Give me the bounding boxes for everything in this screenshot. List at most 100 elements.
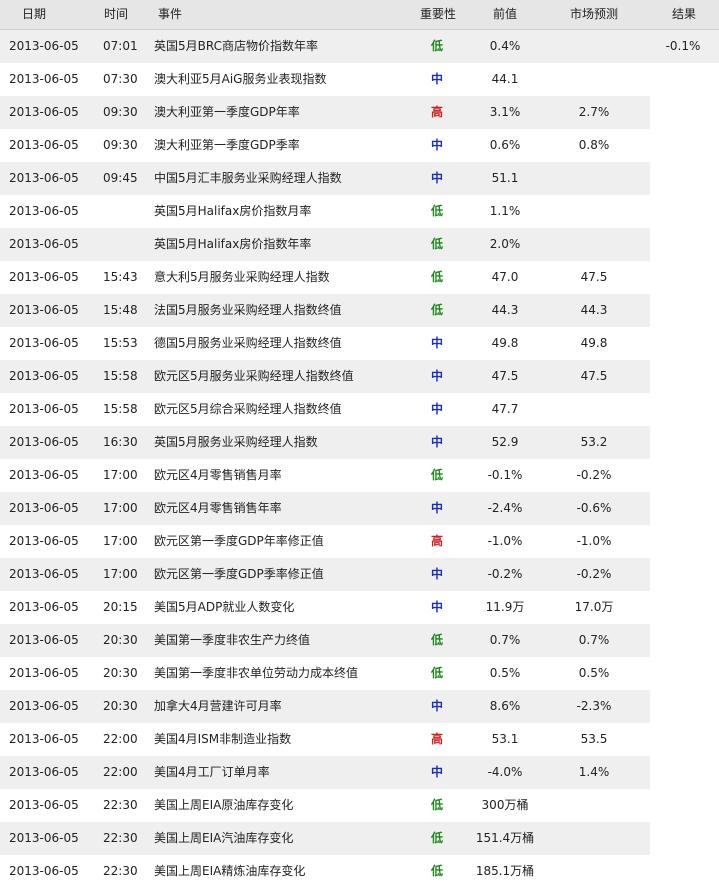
- row-time: 22:30: [103, 864, 138, 878]
- row-importance: 低: [430, 831, 443, 845]
- row-background: [0, 789, 650, 822]
- row-time: 07:30: [103, 72, 138, 86]
- row-time: 15:58: [103, 369, 138, 383]
- row-previous: 11.9万: [485, 600, 525, 614]
- row-event: 英国5月服务业采购经理人指数: [154, 435, 318, 449]
- row-background: [0, 228, 650, 261]
- row-importance: 中: [430, 600, 443, 614]
- row-event: 欧元区4月零售销售年率: [154, 501, 282, 515]
- row-date: 2013-06-05: [9, 402, 79, 416]
- row-date: 2013-06-05: [9, 501, 79, 515]
- row-background: [0, 855, 650, 888]
- row-previous: 51.1: [491, 171, 519, 185]
- row-event: 英国5月Halifax房价指数月率: [154, 204, 312, 218]
- header-date: 日期: [22, 7, 47, 21]
- row-previous: 300万桶: [481, 798, 529, 812]
- row-event: 意大利5月服务业采购经理人指数: [154, 270, 330, 284]
- row-time: 20:30: [103, 699, 138, 713]
- row-event: 欧元区第一季度GDP季率修正值: [154, 567, 324, 581]
- row-time: 09:30: [103, 105, 138, 119]
- row-event: 美国5月ADP就业人数变化: [154, 600, 295, 614]
- table-row: 2013-06-05 22:30 美国上周EIA汽油库存变化 低 151.4万桶: [0, 822, 719, 855]
- row-event: 德国5月服务业采购经理人指数终值: [154, 336, 342, 350]
- row-event: 英国5月Halifax房价指数年率: [154, 237, 312, 251]
- row-event: 中国5月汇丰服务业采购经理人指数: [154, 171, 342, 185]
- row-date: 2013-06-05: [9, 204, 79, 218]
- row-forecast: -1.0%: [576, 534, 612, 548]
- row-importance: 低: [430, 666, 443, 680]
- row-date: 2013-06-05: [9, 105, 79, 119]
- row-forecast: 17.0万: [574, 600, 614, 614]
- table-row: 2013-06-05 22:30 美国上周EIA原油库存变化 低 300万桶: [0, 789, 719, 822]
- row-date: 2013-06-05: [9, 732, 79, 746]
- row-event: 美国上周EIA原油库存变化: [154, 798, 294, 812]
- table-row: 2013-06-05 17:00 欧元区第一季度GDP年率修正值 高 -1.0% -1.0…: [0, 525, 719, 558]
- row-time: 22:00: [103, 732, 138, 746]
- row-time: 07:01: [103, 39, 138, 53]
- row-previous: 0.4%: [489, 39, 521, 53]
- row-time: 09:30: [103, 138, 138, 152]
- table-row: 2013-06-05 英国5月Halifax房价指数月率 低 1.1%: [0, 195, 719, 228]
- row-date: 2013-06-05: [9, 534, 79, 548]
- row-forecast: -2.3%: [576, 699, 612, 713]
- row-event: 澳大利亚5月AiG服务业表现指数: [154, 72, 327, 86]
- row-event: 英国5月BRC商店物价指数年率: [154, 39, 318, 53]
- row-previous: 44.1: [491, 72, 519, 86]
- row-time: 17:00: [103, 501, 138, 515]
- row-importance: 中: [430, 567, 443, 581]
- row-importance: 中: [430, 369, 443, 383]
- row-forecast: 47.5: [580, 270, 608, 284]
- row-date: 2013-06-05: [9, 468, 79, 482]
- row-date: 2013-06-05: [9, 666, 79, 680]
- row-date: 2013-06-05: [9, 138, 79, 152]
- row-event: 美国上周EIA汽油库存变化: [154, 831, 294, 845]
- table-row: 2013-06-05 22:00 美国4月ISM非制造业指数 高 53.1 53.5: [0, 723, 719, 756]
- row-forecast: 0.5%: [578, 666, 610, 680]
- row-forecast: 0.7%: [578, 633, 610, 647]
- row-time: 20:30: [103, 666, 138, 680]
- table-row: 2013-06-05 22:00 美国4月工厂订单月率 中 -4.0% 1.4%: [0, 756, 719, 789]
- row-importance: 低: [430, 237, 443, 251]
- table-row: 2013-06-05 15:43 意大利5月服务业采购经理人指数 低 47.0 47.5: [0, 261, 719, 294]
- row-event: 澳大利亚第一季度GDP年率: [154, 105, 300, 119]
- row-importance: 低: [430, 798, 443, 812]
- row-forecast: 53.2: [580, 435, 608, 449]
- row-event: 欧元区4月零售销售月率: [154, 468, 282, 482]
- row-importance: 低: [430, 303, 443, 317]
- header-result: 结果: [671, 7, 696, 21]
- row-importance: 低: [430, 864, 443, 878]
- row-date: 2013-06-05: [9, 336, 79, 350]
- table-row: 2013-06-05 16:30 英国5月服务业采购经理人指数 中 52.9 53.2: [0, 426, 719, 459]
- row-previous: -0.2%: [487, 567, 523, 581]
- table-row: 2013-06-05 15:53 德国5月服务业采购经理人指数终值 中 49.8 49.8: [0, 327, 719, 360]
- row-previous: 0.6%: [489, 138, 521, 152]
- row-event: 法国5月服务业采购经理人指数终值: [154, 303, 342, 317]
- table-row: 2013-06-05 09:45 中国5月汇丰服务业采购经理人指数 中 51.1: [0, 162, 719, 195]
- table-row: 2013-06-05 09:30 澳大利亚第一季度GDP季率 中 0.6% 0.8%: [0, 129, 719, 162]
- table-row: 2013-06-05 17:00 欧元区4月零售销售年率 中 -2.4% -0.6%: [0, 492, 719, 525]
- row-date: 2013-06-05: [9, 171, 79, 185]
- row-time: 17:00: [103, 534, 138, 548]
- row-forecast: -0.6%: [576, 501, 612, 515]
- table-row: 2013-06-05 20:30 加拿大4月营建许可月率 中 8.6% -2.3%: [0, 690, 719, 723]
- row-previous: 53.1: [491, 732, 519, 746]
- row-previous: 185.1万桶: [475, 864, 535, 878]
- row-date: 2013-06-05: [9, 600, 79, 614]
- table-row: 2013-06-05 15:58 欧元区5月服务业采购经理人指数终值 中 47.5 47.…: [0, 360, 719, 393]
- row-previous: -2.4%: [487, 501, 523, 515]
- row-event: 美国4月ISM非制造业指数: [154, 732, 292, 746]
- row-time: 15:48: [103, 303, 138, 317]
- row-date: 2013-06-05: [9, 237, 79, 251]
- table-row: 2013-06-05 15:58 欧元区5月综合采购经理人指数终值 中 47.7: [0, 393, 719, 426]
- row-importance: 中: [430, 72, 443, 86]
- header-event: 事件: [158, 7, 183, 21]
- row-importance: 中: [430, 765, 443, 779]
- table-row: 2013-06-05 22:30 美国上周EIA精炼油库存变化 低 185.1万桶: [0, 855, 719, 888]
- row-forecast: -0.2%: [576, 567, 612, 581]
- row-previous: 44.3: [491, 303, 519, 317]
- row-importance: 低: [430, 204, 443, 218]
- table-row: 2013-06-05 07:01 英国5月BRC商店物价指数年率 低 0.4% -0.1%: [0, 30, 719, 63]
- row-previous: 49.8: [491, 336, 519, 350]
- row-previous: 2.0%: [489, 237, 521, 251]
- row-time: 17:00: [103, 567, 138, 581]
